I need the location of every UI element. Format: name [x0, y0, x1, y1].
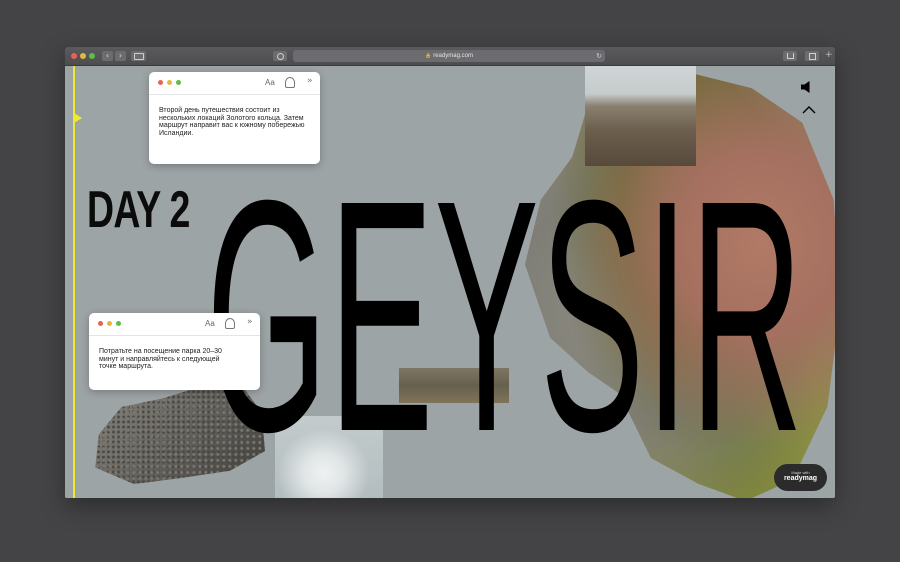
expand-icon[interactable]: » [307, 76, 313, 86]
minimize-window-button[interactable] [80, 53, 86, 59]
window-minimize-button[interactable] [107, 321, 112, 326]
lock-icon: 🔒 [425, 53, 432, 59]
accessibility-icon[interactable] [225, 318, 235, 329]
browser-window: ‹ › 🔒 readymag.com ↻ + DAY 2 GEYSIR Aa »… [65, 47, 835, 498]
privacy-icon[interactable] [273, 51, 287, 61]
back-button[interactable]: ‹ [102, 51, 113, 61]
tabs-icon[interactable] [805, 51, 819, 61]
share-icon[interactable] [783, 51, 797, 61]
window-minimize-button[interactable] [167, 80, 172, 85]
page-canvas: DAY 2 GEYSIR Aa » Второй день путешестви… [65, 66, 835, 498]
expand-icon[interactable]: » [247, 317, 253, 327]
badge-prefix: Made with [791, 470, 810, 475]
zoom-window-button[interactable] [89, 53, 95, 59]
sidebar-icon[interactable] [131, 51, 146, 61]
browser-toolbar: ‹ › 🔒 readymag.com ↻ + [65, 47, 835, 66]
reload-icon[interactable]: ↻ [596, 50, 602, 62]
made-with-badge[interactable]: Made with readymag [774, 464, 827, 491]
badge-brand: readymag [783, 475, 818, 482]
window-titlebar: Aa » [149, 72, 320, 95]
day-label: DAY 2 [87, 181, 190, 239]
window-close-button[interactable] [158, 80, 163, 85]
window-text: Второй день путешествия состоит из неско… [159, 107, 305, 137]
chevron-up-icon[interactable] [802, 105, 816, 114]
window-text: Потратьте на посещение парка 20–30 минут… [99, 348, 222, 370]
window-titlebar: Aa » [89, 313, 260, 336]
close-window-button[interactable] [71, 53, 77, 59]
forward-button[interactable]: › [115, 51, 126, 61]
progress-marker[interactable] [74, 113, 82, 123]
window-close-button[interactable] [98, 321, 103, 326]
window-zoom-button[interactable] [116, 321, 121, 326]
new-tab-button[interactable]: + [825, 50, 833, 60]
font-size-button[interactable]: Aa [205, 319, 215, 328]
hero-title: GEYSIR [206, 131, 805, 498]
progress-line [73, 66, 75, 498]
info-window-1: Aa » Второй день путешествия состоит из … [149, 72, 320, 164]
info-window-2: Aa » Потратьте на посещение парка 20–30 … [89, 313, 260, 390]
url-text: readymag.com [433, 53, 473, 59]
font-size-button[interactable]: Aa [265, 78, 275, 87]
accessibility-icon[interactable] [285, 77, 295, 88]
sound-icon[interactable] [800, 80, 814, 94]
window-zoom-button[interactable] [176, 80, 181, 85]
address-bar[interactable]: 🔒 readymag.com ↻ [293, 50, 605, 62]
